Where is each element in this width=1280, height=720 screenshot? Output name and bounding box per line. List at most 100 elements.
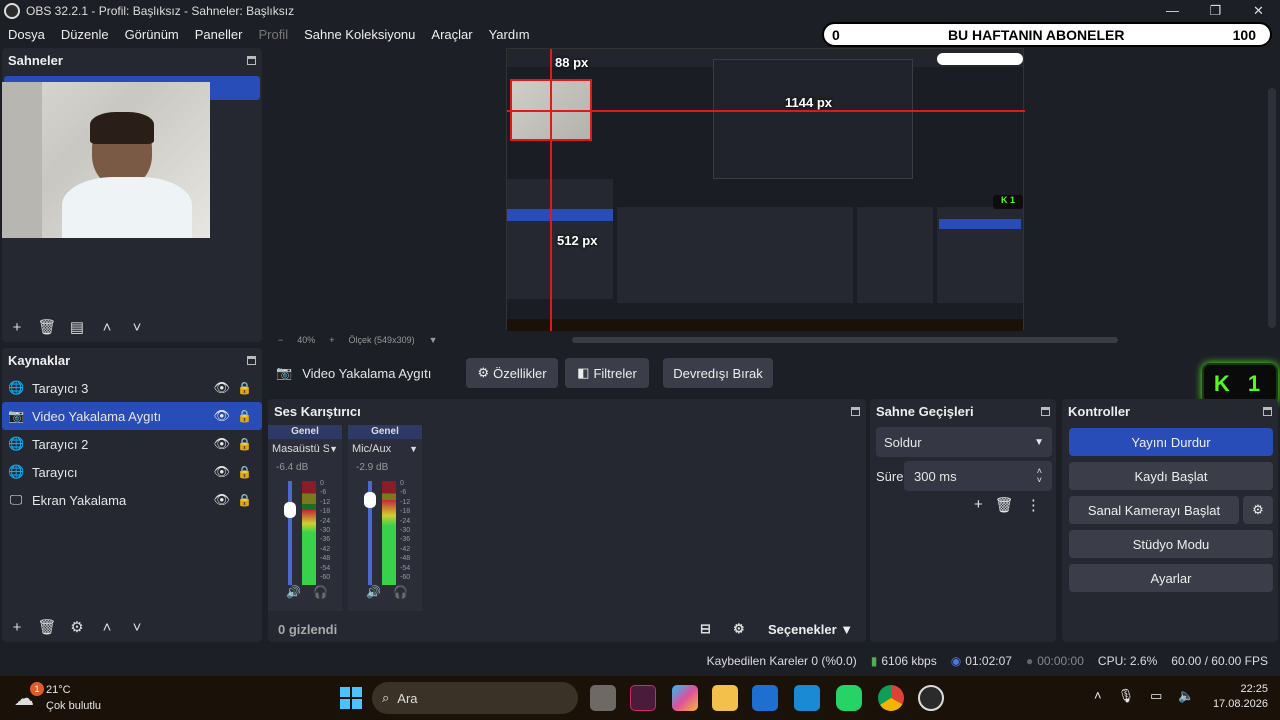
move-down-icon[interactable]: ˅ bbox=[124, 619, 150, 636]
clock[interactable]: 22:25 17.08.2026 bbox=[1196, 682, 1268, 712]
maximize-icon[interactable]: ❐ bbox=[1194, 0, 1237, 22]
zoom-in-icon[interactable]: + bbox=[329, 335, 334, 345]
menu-gorunum[interactable]: Görünüm bbox=[117, 27, 187, 42]
duration-input[interactable]: 300 ms ˄ ˅ bbox=[904, 461, 1052, 491]
remove-scene-icon[interactable]: 🗑 bbox=[34, 318, 60, 336]
source-properties-icon[interactable]: ⚙ bbox=[64, 618, 90, 636]
lock-icon[interactable]: 🔒 bbox=[237, 381, 252, 395]
meter-scale-tick: -48 bbox=[320, 555, 331, 563]
monitor-icon: 🖵 bbox=[9, 492, 23, 507]
virtual-camera-settings-button[interactable]: ⚙ bbox=[1243, 496, 1273, 524]
chrome-icon[interactable] bbox=[878, 685, 904, 711]
source-item[interactable]: 🌐 Tarayıcı 3 👁 🔒 bbox=[2, 374, 262, 402]
filters-button[interactable]: ◧ Filtreler bbox=[565, 358, 649, 388]
menu-duzenle[interactable]: Düzenle bbox=[53, 27, 117, 42]
meter-scale-tick: -18 bbox=[320, 508, 331, 516]
source-item[interactable]: 🖵 Ekran Yakalama 👁 🔒 bbox=[2, 486, 262, 514]
chevron-up-icon[interactable]: ˄ bbox=[1094, 688, 1102, 704]
task-view-icon[interactable] bbox=[590, 685, 616, 711]
source-item[interactable]: 🌐 Tarayıcı 👁 🔒 bbox=[2, 458, 262, 486]
microphone-icon[interactable]: 🎙 bbox=[1118, 688, 1135, 704]
dim-label-right: 1144 px bbox=[785, 95, 832, 110]
transition-type-select[interactable]: Soldur ▼ bbox=[876, 427, 1052, 457]
stop-stream-button[interactable]: Yayını Durdur bbox=[1069, 428, 1273, 456]
volume-icon[interactable]: 🔈 bbox=[1178, 688, 1194, 704]
preview-scrollbar[interactable] bbox=[1268, 88, 1276, 328]
move-up-icon[interactable]: ˄ bbox=[94, 319, 120, 336]
spinner-icon[interactable]: ˄ ˅ bbox=[1037, 467, 1042, 485]
visibility-eye-icon[interactable]: 👁 bbox=[213, 380, 230, 396]
remove-source-icon[interactable]: 🗑 bbox=[34, 618, 60, 636]
float-dock-icon[interactable] bbox=[1041, 406, 1050, 416]
close-icon[interactable]: ✕ bbox=[1237, 0, 1280, 22]
visibility-eye-icon[interactable]: 👁 bbox=[213, 408, 230, 424]
zoom-out-icon[interactable]: − bbox=[278, 335, 283, 345]
volume-slider-track[interactable] bbox=[288, 481, 292, 585]
lock-icon[interactable]: 🔒 bbox=[237, 409, 252, 423]
windows-start-icon[interactable] bbox=[340, 687, 362, 709]
copilot-icon[interactable] bbox=[672, 685, 698, 711]
channel-menu-icon[interactable]: ▼ bbox=[329, 444, 338, 454]
add-transition-icon[interactable]: + bbox=[974, 496, 983, 514]
mixer-advanced-icon[interactable]: ⚙ bbox=[733, 621, 745, 637]
menu-sahne-koleksiyonu[interactable]: Sahne Koleksiyonu bbox=[296, 27, 423, 42]
mute-speaker-icon[interactable]: 🔊 bbox=[286, 585, 301, 599]
visibility-eye-icon[interactable]: 👁 bbox=[213, 492, 230, 508]
add-scene-icon[interactable]: + bbox=[4, 319, 30, 336]
app-icon-purple[interactable] bbox=[630, 685, 656, 711]
lock-icon[interactable]: 🔒 bbox=[237, 465, 252, 479]
settings-button[interactable]: Ayarlar bbox=[1069, 564, 1273, 592]
disable-button[interactable]: Devredışı Bırak bbox=[663, 358, 773, 388]
options-button[interactable]: Seçenekler ▼ bbox=[768, 622, 853, 637]
more-options-icon[interactable]: ⋮ bbox=[1026, 496, 1041, 514]
move-down-icon[interactable]: ˅ bbox=[124, 319, 150, 336]
volume-slider-handle[interactable] bbox=[284, 502, 296, 518]
properties-button[interactable]: ⚙ Özellikler bbox=[466, 358, 558, 388]
menu-araclar[interactable]: Araçlar bbox=[423, 27, 480, 42]
edge-mail-icon[interactable] bbox=[794, 685, 820, 711]
visibility-eye-icon[interactable]: 👁 bbox=[213, 436, 230, 452]
taskbar-search[interactable]: ⌕ Ara bbox=[372, 682, 578, 714]
volume-slider-handle[interactable] bbox=[364, 492, 376, 508]
store-icon[interactable] bbox=[752, 685, 778, 711]
canvas-preview[interactable]: K 1 88 px 1144 px 512 px bbox=[506, 48, 1025, 331]
remove-transition-icon[interactable]: 🗑 bbox=[995, 496, 1014, 514]
lock-icon[interactable]: 🔒 bbox=[237, 493, 252, 507]
float-dock-icon[interactable] bbox=[247, 355, 256, 365]
whatsapp-icon[interactable] bbox=[836, 685, 862, 711]
weather-widget[interactable]: ☁ 1 21°C Çok bulutlu bbox=[12, 682, 122, 714]
horizontal-scrollbar[interactable] bbox=[571, 337, 1118, 343]
monitor-headphones-icon[interactable]: 🎧 bbox=[313, 585, 328, 599]
network-icon[interactable]: ▭ bbox=[1150, 688, 1162, 704]
meter-scale-tick: -18 bbox=[400, 508, 411, 516]
monitor-headphones-icon[interactable]: 🎧 bbox=[393, 585, 408, 599]
float-dock-icon[interactable] bbox=[851, 406, 860, 416]
file-explorer-icon[interactable] bbox=[712, 685, 738, 711]
source-item[interactable]: 📷 Video Yakalama Aygıtı 👁 🔒 bbox=[2, 402, 262, 430]
mute-speaker-icon[interactable]: 🔊 bbox=[366, 585, 381, 599]
menu-dosya[interactable]: Dosya bbox=[0, 27, 53, 42]
add-source-icon[interactable]: + bbox=[4, 619, 30, 636]
obs-taskbar-icon[interactable] bbox=[918, 685, 944, 711]
float-dock-icon[interactable] bbox=[1263, 406, 1272, 416]
menu-paneller[interactable]: Paneller bbox=[187, 27, 251, 42]
channel-menu-icon[interactable]: ▼ bbox=[409, 444, 418, 454]
start-record-button[interactable]: Kaydı Başlat bbox=[1069, 462, 1273, 490]
source-item[interactable]: 🌐 Tarayıcı 2 👁 🔒 bbox=[2, 430, 262, 458]
scale-dropdown-icon[interactable]: ▼ bbox=[429, 335, 438, 345]
lock-icon[interactable]: 🔒 bbox=[237, 437, 252, 451]
meter-scale-tick: -24 bbox=[320, 517, 331, 525]
minimize-icon[interactable]: — bbox=[1151, 0, 1194, 22]
scene-filters-icon[interactable]: ▤ bbox=[64, 318, 90, 336]
visibility-eye-icon[interactable]: 👁 bbox=[213, 464, 230, 480]
menu-yardim[interactable]: Yardım bbox=[481, 27, 538, 42]
virtual-camera-button[interactable]: Sanal Kamerayı Başlat bbox=[1069, 496, 1239, 524]
menu-profil[interactable]: Profil bbox=[250, 27, 296, 42]
globe-icon: 🌐 bbox=[8, 464, 25, 479]
mixer-layout-icon[interactable]: ⊟ bbox=[700, 621, 711, 637]
preview-area[interactable]: K 1 88 px 1144 px 512 px bbox=[268, 48, 1280, 331]
chevron-down-icon: ▼ bbox=[1034, 436, 1044, 448]
studio-mode-button[interactable]: Stüdyo Modu bbox=[1069, 530, 1273, 558]
move-up-icon[interactable]: ˄ bbox=[94, 619, 120, 636]
float-dock-icon[interactable] bbox=[247, 55, 256, 65]
